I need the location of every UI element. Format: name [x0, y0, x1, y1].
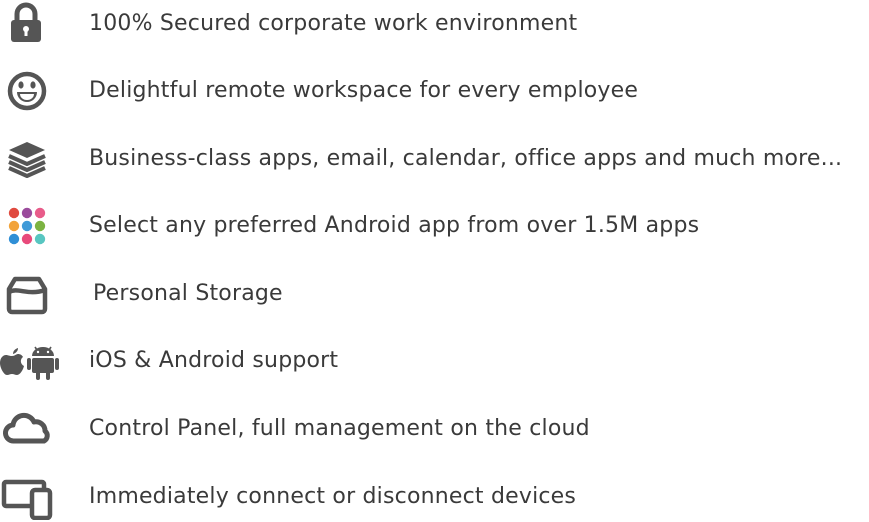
- stack-icon: [0, 135, 60, 183]
- feature-label: Control Panel, full management on the cl…: [89, 416, 590, 441]
- feature-label: iOS & Android support: [89, 348, 339, 373]
- feature-item-devices: Immediately connect or disconnect device…: [0, 473, 869, 521]
- feature-item-workspace: Delightful remote workspace for every em…: [0, 67, 869, 115]
- feature-label: 100% Secured corporate work environment: [89, 11, 578, 36]
- feature-label: Delightful remote workspace for every em…: [89, 78, 639, 103]
- feature-item-control-panel: Control Panel, full management on the cl…: [0, 405, 869, 453]
- cloud-icon: [0, 405, 60, 453]
- devices-icon: [0, 473, 60, 521]
- feature-label: Immediately connect or disconnect device…: [89, 484, 577, 509]
- feature-label: Business-class apps, email, calendar, of…: [89, 146, 843, 171]
- storage-box-icon: [0, 270, 60, 318]
- feature-label: Select any preferred Android app from ov…: [89, 213, 700, 238]
- feature-item-security: 100% Secured corporate work environment: [0, 0, 869, 48]
- feature-label: Personal Storage: [93, 281, 283, 306]
- apple-android-icon: [0, 337, 60, 385]
- feature-list: 100% Secured corporate work environment …: [0, 0, 869, 522]
- smiley-icon: [0, 67, 60, 115]
- lock-icon: [0, 0, 60, 48]
- feature-item-platform-support: iOS & Android support: [0, 337, 869, 385]
- feature-item-business-apps: Business-class apps, email, calendar, of…: [0, 135, 869, 183]
- feature-item-android-apps: Select any preferred Android app from ov…: [0, 202, 869, 250]
- feature-item-personal-storage: Personal Storage: [0, 270, 869, 318]
- app-grid-icon: [0, 202, 60, 250]
